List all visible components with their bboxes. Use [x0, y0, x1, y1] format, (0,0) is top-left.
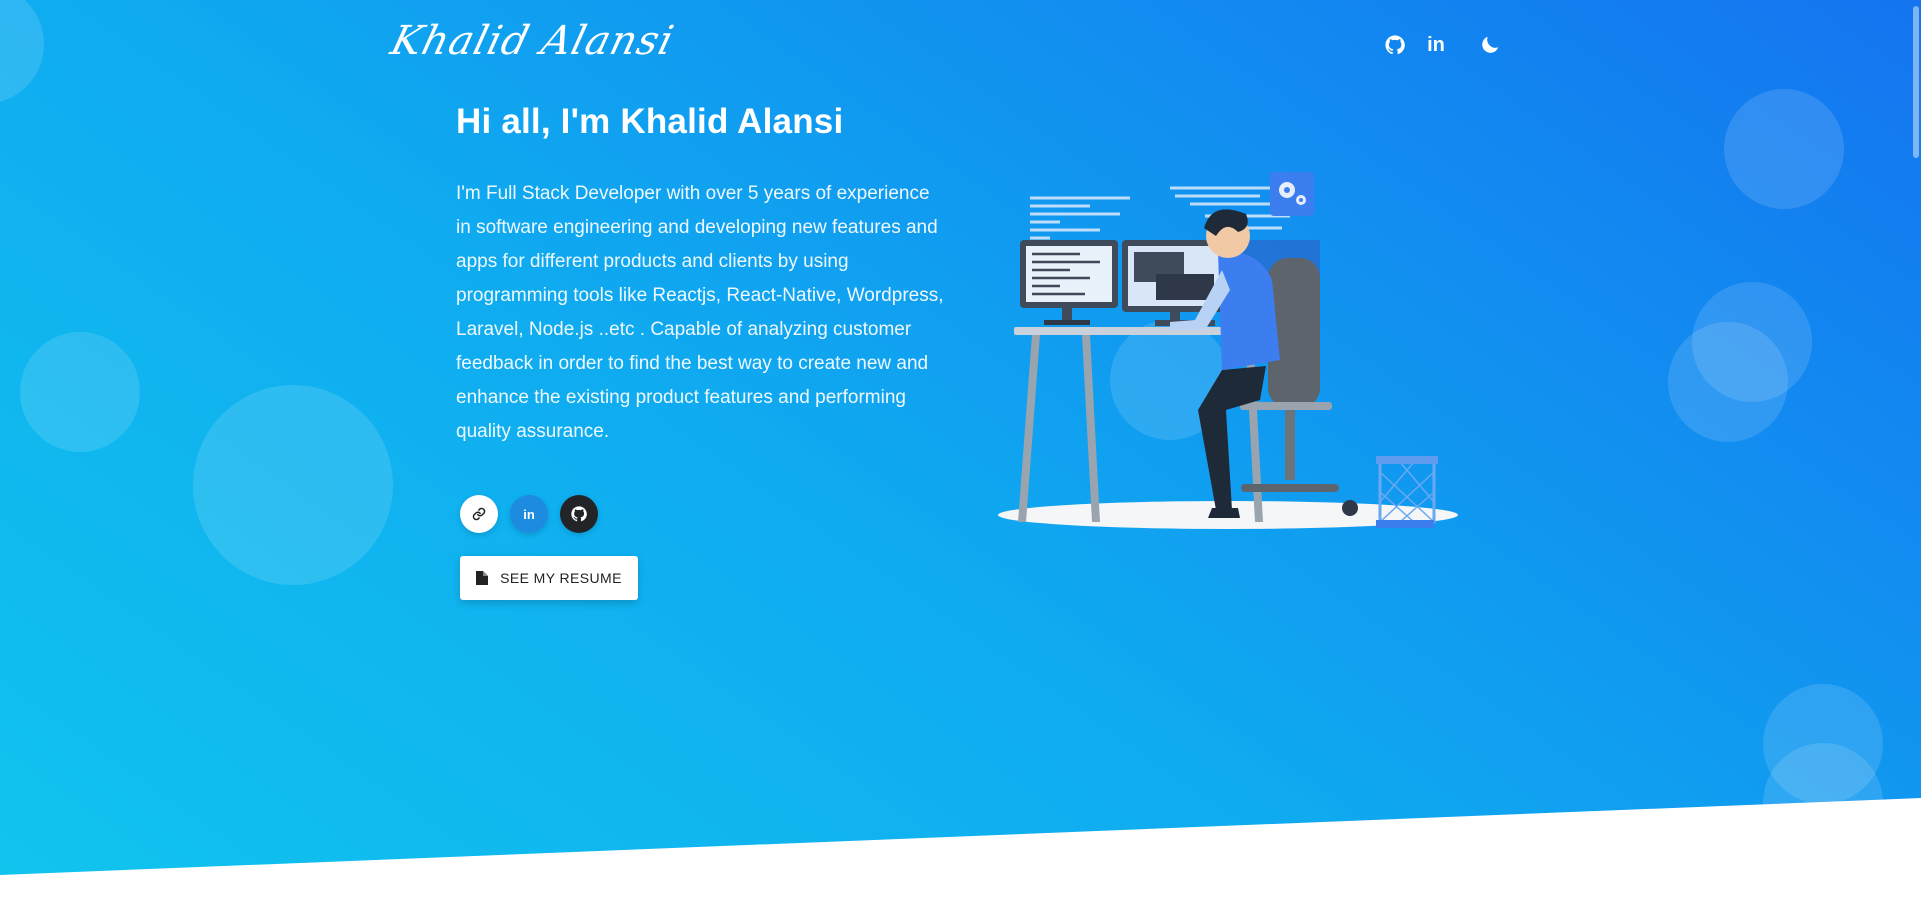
linkedin-icon[interactable]: in: [1421, 30, 1451, 60]
decor-bubble: [20, 332, 140, 452]
scrollbar-thumb[interactable]: [1913, 6, 1919, 158]
decor-bubble: [193, 385, 393, 585]
hero-section: Khalid Alansi in Hi all, I'm Khalid Alan…: [0, 0, 1921, 875]
decor-bubble: [1724, 89, 1844, 209]
moon-icon[interactable]: [1475, 30, 1505, 60]
see-resume-button[interactable]: SEE MY RESUME: [460, 556, 638, 600]
site-logo[interactable]: Khalid Alansi: [386, 18, 678, 64]
decor-bubble: [0, 0, 44, 104]
developer-illustration: [998, 172, 1458, 529]
page-title: Hi all, I'm Khalid Alansi: [456, 102, 844, 141]
linkedin-button[interactable]: in: [510, 495, 548, 533]
resume-button-label: SEE MY RESUME: [500, 570, 622, 586]
portfolio-link-button[interactable]: [460, 495, 498, 533]
github-icon[interactable]: [1380, 30, 1410, 60]
decor-bubble: [1668, 322, 1788, 442]
link-icon: [472, 507, 486, 521]
github-button[interactable]: [560, 495, 598, 533]
file-icon: [476, 571, 489, 585]
github-icon: [571, 506, 587, 522]
bio-text: I'm Full Stack Developer with over 5 yea…: [456, 183, 944, 442]
decor-bubble: [1763, 743, 1883, 863]
